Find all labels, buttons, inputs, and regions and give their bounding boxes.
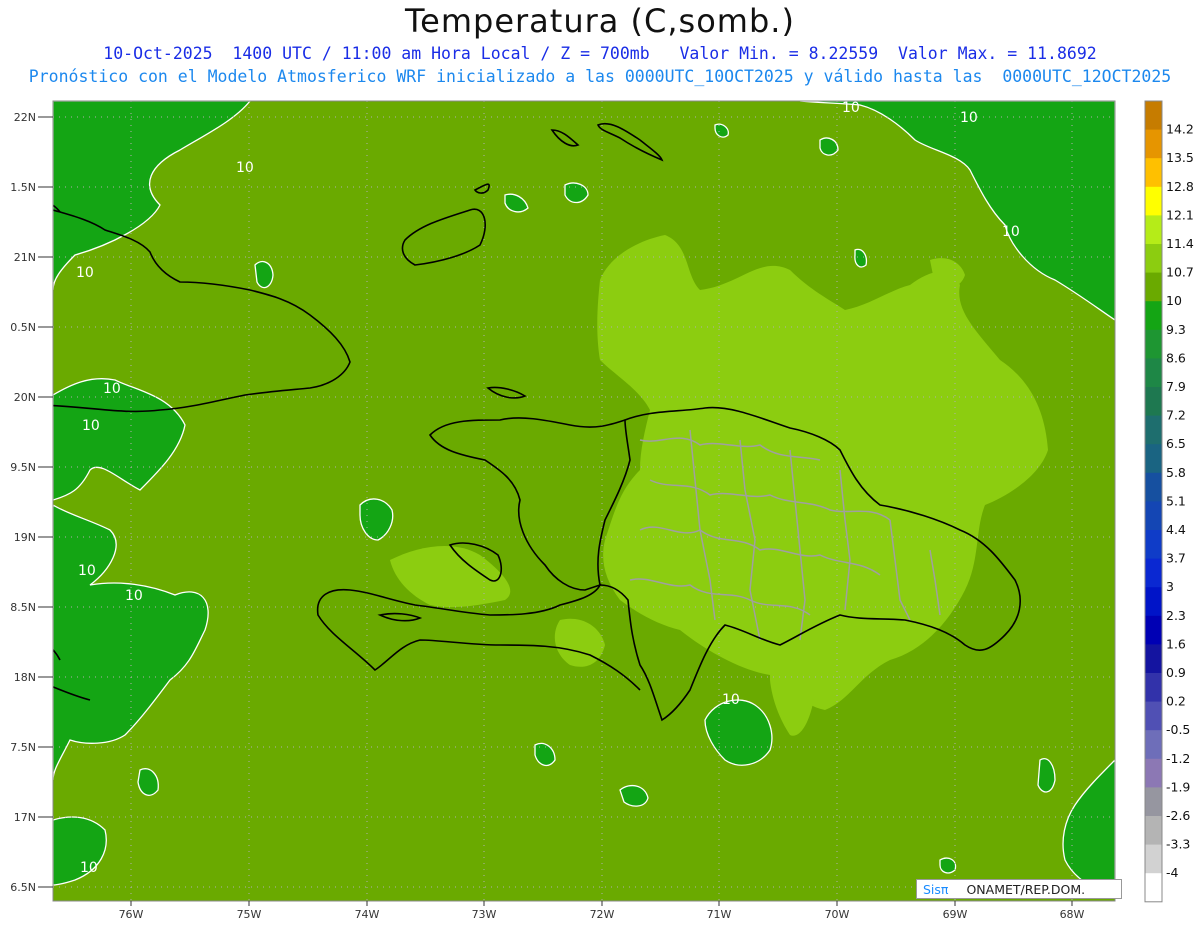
lat-tick-label: 22N xyxy=(14,111,36,124)
colorbar-label: 0.9 xyxy=(1166,665,1186,680)
credit-org: ONAMET/REP.DOM. xyxy=(966,882,1086,897)
colorbar-swatch xyxy=(1145,158,1162,188)
lat-tick-label: 1.5N xyxy=(10,181,36,194)
colorbar-swatch xyxy=(1145,244,1162,274)
contour-label: 10 xyxy=(960,110,978,126)
lat-tick-label: 19N xyxy=(14,531,36,544)
contour-label: 10 xyxy=(80,860,98,876)
colorbar-swatch xyxy=(1145,873,1162,903)
contour-label: 10 xyxy=(236,160,254,176)
colorbar-swatch xyxy=(1145,301,1162,331)
colorbar-label: -4 xyxy=(1166,865,1179,880)
colorbar-label: 14.2 xyxy=(1166,122,1194,137)
lat-tick-label: 7.5N xyxy=(10,741,36,754)
lon-tick-label: 68W xyxy=(1060,908,1085,921)
contour-label: 10 xyxy=(1002,224,1020,240)
colorbar-swatch xyxy=(1145,329,1162,359)
colorbar-label: 3.7 xyxy=(1166,551,1186,566)
colorbar-label: 8.6 xyxy=(1166,350,1186,365)
colorbar-label: 5.1 xyxy=(1166,493,1186,508)
colorbar-swatch xyxy=(1145,215,1162,245)
lon-tick-label: 76W xyxy=(119,908,144,921)
colorbar-swatch xyxy=(1145,615,1162,645)
colorbar-label: 10 xyxy=(1166,293,1182,308)
lat-tick-label: 17N xyxy=(14,811,36,824)
colorbar-swatch xyxy=(1145,758,1162,788)
lon-tick-label: 69W xyxy=(943,908,968,921)
colorbar-swatch xyxy=(1145,701,1162,731)
colorbar-label: 13.5 xyxy=(1166,150,1194,165)
colorbar-label: 5.8 xyxy=(1166,465,1186,480)
colorbar-label: 4.4 xyxy=(1166,522,1186,537)
colorbar-label: 9.3 xyxy=(1166,322,1186,337)
contour-label: 10 xyxy=(82,418,100,434)
lon-tick-label: 71W xyxy=(707,908,732,921)
colorbar-label: 0.2 xyxy=(1166,694,1186,709)
contour-label: 10 xyxy=(125,588,143,604)
colorbar-swatch xyxy=(1145,129,1162,159)
colorbar-swatch xyxy=(1145,558,1162,588)
lat-tick-label: 6.5N xyxy=(10,881,36,894)
colorbar-label: -1.9 xyxy=(1166,779,1190,794)
colorbar-label: 3 xyxy=(1166,579,1174,594)
colorbar-swatch xyxy=(1145,186,1162,216)
lon-tick-label: 75W xyxy=(237,908,262,921)
colorbar-swatch xyxy=(1145,387,1162,417)
colorbar-label: 1.6 xyxy=(1166,636,1186,651)
colorbar-label: 7.2 xyxy=(1166,408,1186,423)
lat-tick-label: 0.5N xyxy=(10,321,36,334)
lat-tick-label: 20N xyxy=(14,391,36,404)
colorbar-swatch xyxy=(1145,530,1162,560)
lat-tick-label: 9.5N xyxy=(10,461,36,474)
sis-logo-text: Sisπ xyxy=(923,882,949,897)
colorbar-swatch xyxy=(1145,587,1162,617)
contour-label: 10 xyxy=(76,265,94,281)
lon-tick-label: 72W xyxy=(590,908,615,921)
colorbar-swatch xyxy=(1145,472,1162,502)
contour-label: 10 xyxy=(78,563,96,579)
colorbar-label: 10.7 xyxy=(1166,265,1194,280)
colorbar-swatch xyxy=(1145,272,1162,302)
longitude-axis: 76W 75W 74W 73W 72W 71W 70W 69W 68W xyxy=(119,901,1085,921)
lat-tick-label: 18N xyxy=(14,671,36,684)
colorbar-label: 6.5 xyxy=(1166,436,1186,451)
temperature-map: 10 10 10 10 10 10 10 10 10 10 10 22N 1.5… xyxy=(10,100,1194,921)
colorbar-label: -0.5 xyxy=(1166,722,1190,737)
colorbar-label: 11.4 xyxy=(1166,236,1194,251)
colorbar-swatch xyxy=(1145,787,1162,817)
colorbar-swatch xyxy=(1145,673,1162,703)
colorbar-swatch xyxy=(1145,358,1162,388)
lon-tick-label: 73W xyxy=(472,908,497,921)
colorbar-label: 7.9 xyxy=(1166,379,1186,394)
contour-label: 10 xyxy=(842,100,860,116)
colorbar: 14.2 13.5 12.8 12.1 11.4 10.7 10 9.3 8.6 7.9 7.2 6.… xyxy=(1144,100,1194,903)
colorbar-swatch xyxy=(1145,844,1162,874)
contour-label: 10 xyxy=(722,692,740,708)
lat-tick-label: 8.5N xyxy=(10,601,36,614)
colorbar-label: 12.8 xyxy=(1166,179,1194,194)
colorbar-swatch xyxy=(1145,444,1162,474)
colorbar-label: -1.2 xyxy=(1166,751,1190,766)
lon-tick-label: 70W xyxy=(825,908,850,921)
lat-tick-label: 21N xyxy=(14,251,36,264)
colorbar-swatch xyxy=(1145,730,1162,760)
colorbar-swatch xyxy=(1145,816,1162,846)
credit-box: Sisπ ONAMET/REP.DOM. xyxy=(916,879,1122,899)
colorbar-label: 12.1 xyxy=(1166,207,1194,222)
lon-tick-label: 74W xyxy=(355,908,380,921)
colorbar-swatch xyxy=(1145,415,1162,445)
colorbar-label: 2.3 xyxy=(1166,608,1186,623)
contour-label: 10 xyxy=(103,381,121,397)
colorbar-label: -2.6 xyxy=(1166,808,1190,823)
colorbar-swatch xyxy=(1145,501,1162,531)
colorbar-swatch xyxy=(1145,644,1162,674)
colorbar-label: -3.3 xyxy=(1166,837,1190,852)
latitude-axis: 22N 1.5N 21N 0.5N 20N 9.5N 19N 8.5N 18N … xyxy=(10,111,53,894)
colorbar-swatch xyxy=(1145,101,1162,131)
